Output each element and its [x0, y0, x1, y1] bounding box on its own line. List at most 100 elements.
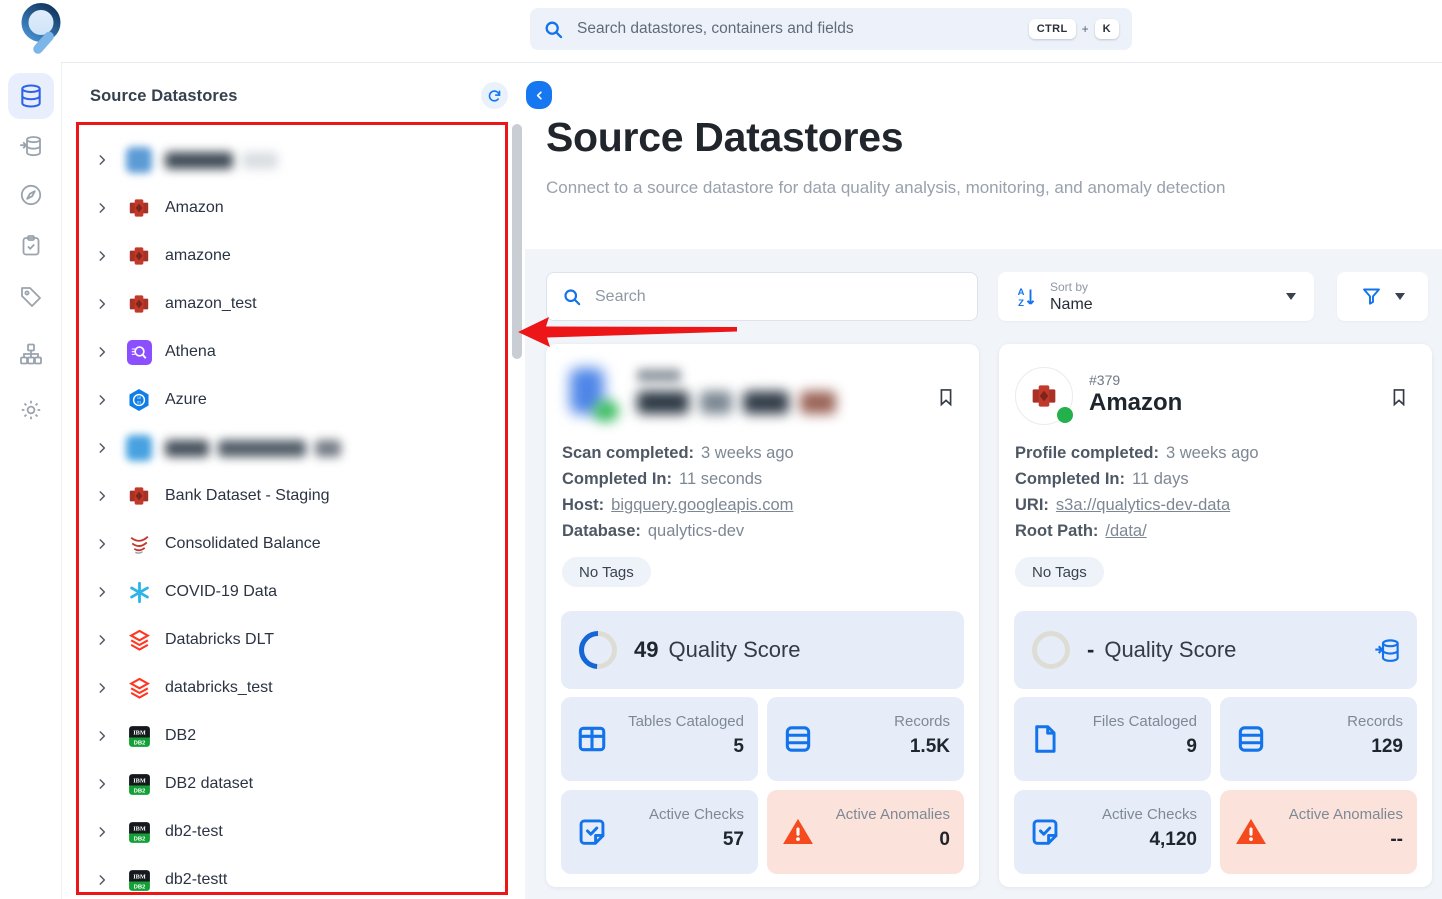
global-search-input[interactable]: Search datastores, containers and fields… — [530, 8, 1132, 50]
records-tile[interactable]: Records 129 — [1220, 697, 1417, 781]
panel-scrollbar[interactable] — [512, 124, 522, 359]
chevron-right-icon[interactable] — [95, 825, 109, 839]
active-anomalies-tile[interactable]: Active Anomalies 0 — [767, 790, 964, 874]
nav-settings[interactable] — [19, 398, 43, 422]
datastore-card-amazon[interactable]: #379 Amazon Profile completed:3 weeks ag… — [999, 344, 1432, 887]
app-logo-icon[interactable] — [12, 0, 68, 58]
nav-source-datastores[interactable] — [8, 73, 54, 119]
files-cataloged-tile[interactable]: Files Cataloged 9 — [1014, 697, 1211, 781]
info-value: 3 weeks ago — [701, 444, 794, 463]
active-checks-tile[interactable]: Active Checks 57 — [561, 790, 758, 874]
chevron-right-icon[interactable] — [95, 345, 109, 359]
info-value: 3 weeks ago — [1166, 444, 1259, 463]
tags-chip[interactable]: No Tags — [562, 557, 651, 587]
datastore-card-blurred[interactable]: Scan completed: 3 weeks ago Completed In:… — [546, 344, 979, 887]
nav-explore[interactable] — [19, 183, 43, 207]
nav-tags[interactable] — [19, 285, 43, 309]
datastore-tree-item[interactable] — [62, 424, 525, 472]
chevron-right-icon[interactable] — [95, 537, 109, 551]
db2-icon: IBMDB2 — [126, 723, 152, 749]
chevron-right-icon[interactable] — [95, 585, 109, 599]
quality-score-label: Quality Score — [1104, 637, 1236, 663]
enrichment-datastore-icon[interactable] — [1374, 637, 1401, 664]
chevron-right-icon[interactable] — [95, 441, 109, 455]
tile-value: 1.5K — [910, 736, 950, 758]
chevron-right-icon[interactable] — [95, 777, 109, 791]
active-anomalies-tile[interactable]: Active Anomalies -- — [1220, 790, 1417, 874]
chevron-right-icon[interactable] — [95, 393, 109, 407]
ctrl-key: CTRL — [1029, 19, 1076, 39]
tile-value: 4,120 — [1149, 829, 1197, 851]
datastore-tree-item[interactable]: 1001 Azure — [62, 376, 525, 424]
nav-checks[interactable] — [19, 234, 43, 258]
checks-icon — [1029, 816, 1061, 848]
filter-dropdown[interactable] — [1337, 272, 1428, 321]
k-key: K — [1095, 19, 1119, 39]
svg-text:Z: Z — [1018, 298, 1024, 309]
datastore-tree-item[interactable]: IBMDB2 DB2 dataset — [62, 760, 525, 808]
chevron-right-icon[interactable] — [95, 201, 109, 215]
chevron-right-icon[interactable] — [95, 153, 109, 167]
datastore-tree-item[interactable] — [62, 136, 525, 184]
svg-text:DB2: DB2 — [133, 836, 145, 842]
info-label: URI: — [1015, 496, 1049, 515]
svg-text:DB2: DB2 — [133, 788, 145, 794]
info-label: Scan completed: — [562, 444, 694, 463]
chevron-right-icon[interactable] — [95, 489, 109, 503]
tile-label: Active Anomalies — [1289, 806, 1403, 823]
datastore-tree-item[interactable]: databricks_test — [62, 664, 525, 712]
tags-chip[interactable]: No Tags — [1015, 557, 1104, 587]
datastore-tree-item[interactable]: Athena — [62, 328, 525, 376]
datastore-tree-item[interactable]: Bank Dataset - Staging — [62, 472, 525, 520]
active-checks-tile[interactable]: Active Checks 4,120 — [1014, 790, 1211, 874]
sort-value: Name — [1050, 296, 1093, 314]
tables-cataloged-tile[interactable]: Tables Cataloged 5 — [561, 697, 758, 781]
uri-link[interactable]: s3a://qualytics-dev-data — [1056, 496, 1230, 515]
bookmark-icon[interactable] — [1389, 387, 1409, 409]
quality-score-ring — [1030, 629, 1072, 671]
chevron-right-icon[interactable] — [95, 729, 109, 743]
datastore-info: Scan completed: 3 weeks ago Completed In:… — [562, 440, 794, 544]
chevron-right-icon[interactable] — [95, 633, 109, 647]
sort-dropdown[interactable]: AZ Sort by Name — [998, 272, 1314, 321]
datastore-tree-item[interactable]: IBMDB2 DB2 — [62, 712, 525, 760]
datastore-tree-item[interactable]: Databricks DLT — [62, 616, 525, 664]
bookmark-icon[interactable] — [936, 387, 956, 409]
chevron-right-icon[interactable] — [95, 873, 109, 887]
datastore-tree-item[interactable]: IBMDB2 db2-test — [62, 808, 525, 856]
blurred-label — [165, 440, 341, 457]
datastore-tree-item[interactable]: Amazon — [62, 184, 525, 232]
athena-icon — [126, 339, 152, 365]
host-link[interactable]: bigquery.googleapis.com — [611, 496, 793, 515]
records-icon — [782, 723, 814, 755]
blurred-label — [165, 152, 278, 169]
plus-sign: + — [1082, 22, 1089, 36]
info-label: Host: — [562, 496, 604, 515]
datastore-tree-item[interactable]: IBMDB2 db2-testt — [62, 856, 525, 899]
datastore-id: #379 — [1089, 372, 1120, 388]
refresh-button[interactable] — [481, 82, 508, 109]
chevron-down-icon — [1286, 293, 1296, 300]
root-path-link[interactable]: /data/ — [1105, 522, 1146, 541]
svg-text:IBM: IBM — [133, 777, 146, 784]
tile-label: Files Cataloged — [1093, 713, 1197, 730]
page-title: Source Datastores — [546, 114, 903, 161]
info-label: Completed In: — [562, 470, 672, 489]
datastore-tree-item[interactable]: amazone — [62, 232, 525, 280]
datastore-search-input[interactable]: Search — [546, 272, 978, 321]
datastore-tree-item[interactable]: amazon_test — [62, 280, 525, 328]
datastore-name: Amazon — [1089, 389, 1182, 417]
nav-enrichment-datastores[interactable] — [19, 134, 43, 158]
azure-icon: 1001 — [126, 387, 152, 413]
datastore-tree-item[interactable]: Consolidated Balance — [62, 520, 525, 568]
records-tile[interactable]: Records 1.5K — [767, 697, 964, 781]
chevron-right-icon[interactable] — [95, 681, 109, 695]
chevron-right-icon[interactable] — [95, 249, 109, 263]
panel-title: Source Datastores — [90, 87, 238, 106]
chevron-right-icon[interactable] — [95, 297, 109, 311]
datastore-tree-item[interactable]: COVID-19 Data — [62, 568, 525, 616]
collapse-panel-button[interactable] — [526, 81, 552, 109]
tile-value: 129 — [1371, 736, 1403, 758]
sqlserver-icon — [126, 531, 152, 557]
nav-lineage[interactable] — [19, 342, 43, 366]
